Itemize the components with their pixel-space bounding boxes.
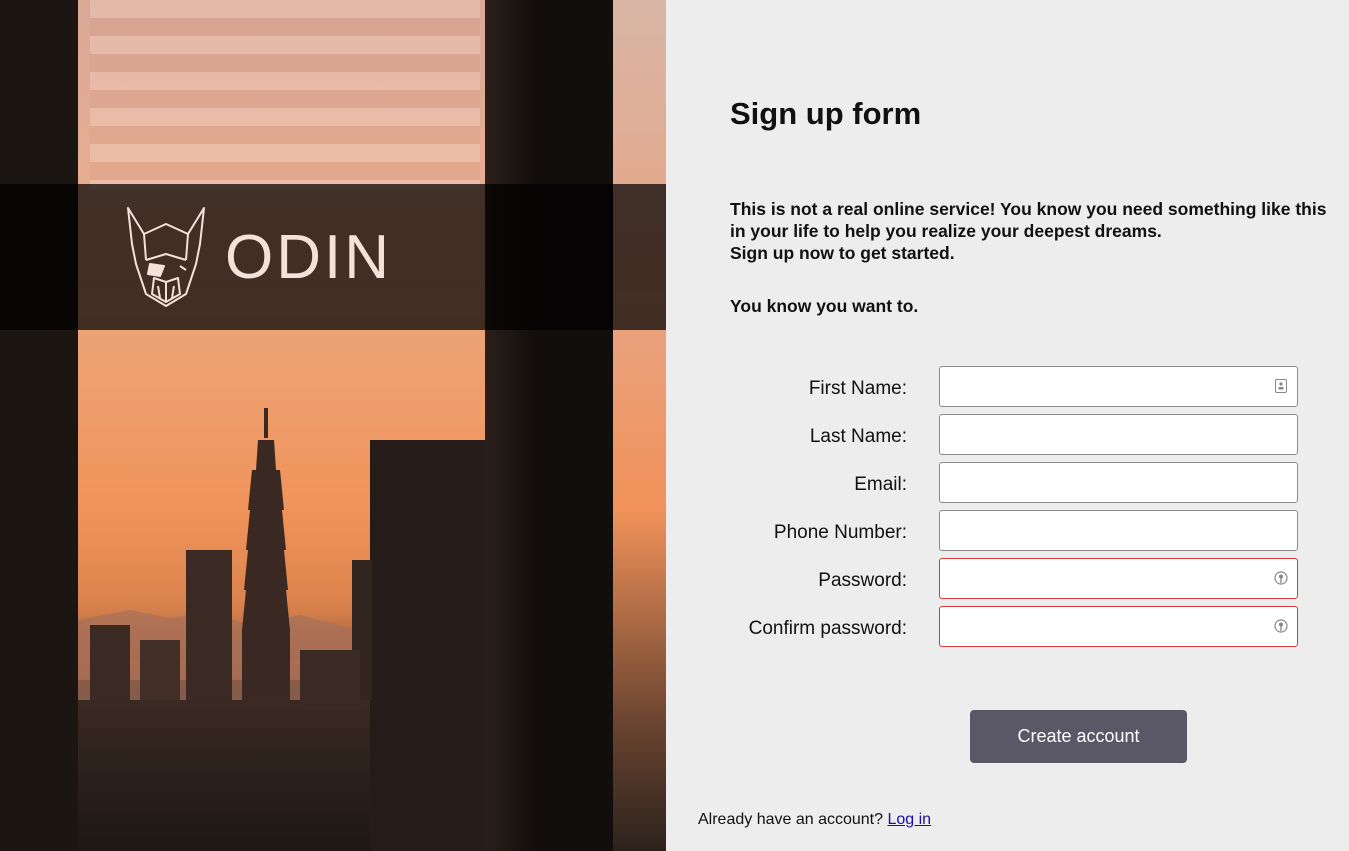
intro-text: This is not a real online service! You k… xyxy=(730,198,1346,264)
login-prompt: Already have an account? Log in xyxy=(698,811,931,829)
signup-panel: Sign up form This is not a real online s… xyxy=(666,0,1349,851)
intro-line-1: This is not a real online service! You k… xyxy=(730,199,1327,241)
email-label: Email: xyxy=(854,474,907,495)
brand-name: ODIN xyxy=(225,223,392,292)
confirm-password-label: Confirm password: xyxy=(748,618,907,639)
last-name-field[interactable] xyxy=(939,414,1298,455)
intro-line-2: Sign up now to get started. xyxy=(730,243,955,263)
password-field[interactable] xyxy=(939,558,1298,599)
window-frame-right xyxy=(613,0,666,851)
password-key-icon[interactable] xyxy=(1274,619,1288,635)
window-frame-middle xyxy=(485,0,613,851)
password-key-icon[interactable] xyxy=(1274,571,1288,587)
intro-tagline: You know you want to. xyxy=(730,296,919,316)
login-prompt-text: Already have an account? xyxy=(698,811,884,828)
first-name-field[interactable] xyxy=(939,366,1298,407)
create-account-button[interactable]: Create account xyxy=(970,710,1187,763)
hero-image xyxy=(0,0,666,851)
first-name-label: First Name: xyxy=(808,378,907,399)
last-name-label: Last Name: xyxy=(809,426,907,447)
phone-field[interactable] xyxy=(939,510,1298,551)
confirm-password-field[interactable] xyxy=(939,606,1298,647)
window-frame-left xyxy=(0,0,78,851)
phone-label: Phone Number: xyxy=(773,522,907,543)
page-title: Sign up form xyxy=(730,96,922,131)
login-link[interactable]: Log in xyxy=(887,811,931,828)
contact-card-icon[interactable] xyxy=(1274,379,1288,395)
odin-viking-logo-icon xyxy=(127,207,205,307)
password-label: Password: xyxy=(818,570,907,591)
email-field[interactable] xyxy=(939,462,1298,503)
